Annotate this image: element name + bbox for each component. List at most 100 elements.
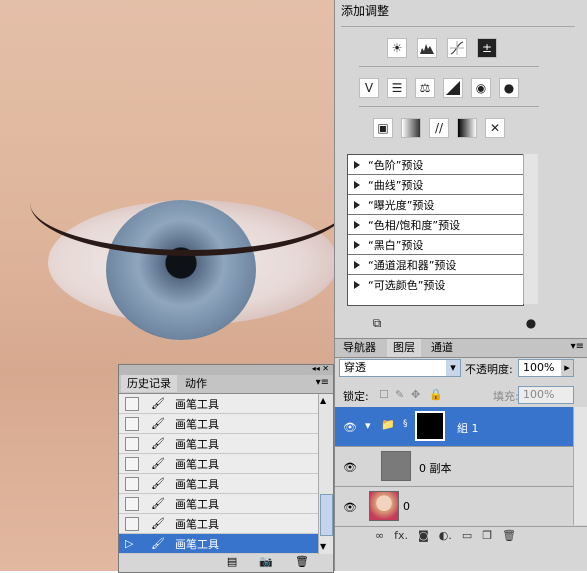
camera-snapshot-icon[interactable]: 📷 xyxy=(259,555,273,572)
preset-item[interactable]: “可选颜色”预设 xyxy=(348,275,523,295)
right-panel: 添加调整 ☀ ± V ☰ ⚖ ◉ ● ▣ // ✕ “色阶”预设 “曲线”预设 … xyxy=(334,0,587,571)
snapshot-checkbox[interactable] xyxy=(125,436,139,451)
brush-icon: 🖌 xyxy=(151,417,165,430)
divider xyxy=(359,106,539,107)
layers-panel-tabs: 导航器 图层 通道 ▾≡ xyxy=(335,338,587,358)
layer-mask-thumbnail[interactable] xyxy=(415,411,445,441)
preset-item[interactable]: “黑白”预设 xyxy=(348,235,523,255)
trash-icon[interactable]: 🗑 xyxy=(502,529,516,542)
blend-mode-select[interactable]: 穿透 ▾ xyxy=(339,359,461,377)
add-mask-icon[interactable]: ◙ xyxy=(418,529,429,542)
tab-channels[interactable]: 通道 xyxy=(425,339,459,357)
lock-pixels-icon[interactable]: ✎ xyxy=(395,388,404,401)
color-balance-icon[interactable]: ⚖ xyxy=(415,78,435,98)
adjustment-presets-list: “色阶”预设 “曲线”预设 “曝光度”预设 “色相/饱和度”预设 “黑白”预设 … xyxy=(347,154,524,306)
trash-icon[interactable]: 🗑 xyxy=(295,555,309,572)
history-row[interactable]: 🖌 画笔工具 xyxy=(119,394,318,414)
lock-all-icon[interactable]: 🔒 xyxy=(429,388,443,401)
selective-color-icon[interactable]: ✕ xyxy=(485,118,505,138)
panel-menu-icon[interactable]: ▾≡ xyxy=(316,377,329,388)
adjustment-layer-icon[interactable]: ◐. xyxy=(439,529,452,542)
history-row[interactable]: 🖌 画笔工具 xyxy=(119,474,318,494)
history-row[interactable]: 🖌 画笔工具 xyxy=(119,434,318,454)
preset-item[interactable]: “曲线”预设 xyxy=(348,175,523,195)
expand-triangle-icon[interactable] xyxy=(354,260,360,269)
opacity-input[interactable]: 100% ▸ xyxy=(518,359,574,377)
preset-item[interactable]: “曝光度”预设 xyxy=(348,195,523,215)
layer-row[interactable]: 👁 0 副本 xyxy=(335,447,587,487)
hue-saturation-icon[interactable]: ☰ xyxy=(387,78,407,98)
snapshot-checkbox[interactable] xyxy=(125,416,139,431)
brush-icon: 🖌 xyxy=(151,537,165,550)
divider xyxy=(359,66,539,67)
folder-icon: 📁 xyxy=(381,418,395,431)
panel-menu-icon[interactable]: ▾≡ xyxy=(571,341,584,352)
black-white-icon[interactable] xyxy=(443,78,463,98)
expand-triangle-icon[interactable] xyxy=(354,200,360,209)
snapshot-checkbox[interactable] xyxy=(125,476,139,491)
levels-icon[interactable] xyxy=(417,38,437,58)
expand-triangle-icon[interactable] xyxy=(354,240,360,249)
vibrance-icon[interactable]: V xyxy=(359,78,379,98)
collapse-triangle-icon[interactable]: ▾ xyxy=(365,419,371,432)
history-row[interactable]: 🖌 画笔工具 xyxy=(119,454,318,474)
new-document-from-state-icon[interactable]: ▤ xyxy=(227,555,237,572)
exposure-icon[interactable]: ± xyxy=(477,38,497,58)
brightness-contrast-icon[interactable]: ☀ xyxy=(387,38,407,58)
layers-bottom-toolbar: ∞ fx. ◙ ◐. ▭ ❐ 🗑 xyxy=(335,526,587,544)
lock-label: 锁定: xyxy=(343,390,369,403)
collapse-icon[interactable]: ◂◂ ✕ xyxy=(312,364,329,373)
gradient-map-icon[interactable] xyxy=(457,118,477,138)
tab-layers[interactable]: 图层 xyxy=(387,339,421,357)
fx-icon[interactable]: fx. xyxy=(394,529,408,542)
fill-input[interactable]: 100% xyxy=(518,386,574,404)
lock-position-icon[interactable]: ✥ xyxy=(411,388,420,401)
channel-mixer-icon[interactable]: ● xyxy=(499,78,519,98)
tab-history[interactable]: 历史记录 xyxy=(121,375,177,392)
visibility-eye-icon[interactable]: 👁 xyxy=(343,461,357,474)
photo-filter-icon[interactable]: ◉ xyxy=(471,78,491,98)
new-layer-icon[interactable]: ❐ xyxy=(482,529,492,542)
tab-actions[interactable]: 动作 xyxy=(179,375,213,392)
layer-row[interactable]: 👁 0 xyxy=(335,487,587,527)
expand-triangle-icon[interactable] xyxy=(354,281,360,289)
layer-name: 0 xyxy=(403,500,410,513)
opacity-label: 不透明度: xyxy=(465,363,513,376)
scroll-thumb[interactable] xyxy=(320,494,333,536)
preset-item[interactable]: “色相/饱和度”预设 xyxy=(348,215,523,235)
panel-title-bar[interactable]: ◂◂ ✕ xyxy=(119,364,333,375)
new-group-icon[interactable]: ▭ xyxy=(462,529,472,542)
preset-item[interactable]: “色阶”预设 xyxy=(348,155,523,175)
visibility-eye-icon[interactable]: 👁 xyxy=(343,501,357,514)
history-row[interactable]: ▷ 🖌 画笔工具 xyxy=(119,534,318,554)
posterize-icon[interactable] xyxy=(401,118,421,138)
snapshot-checkbox[interactable] xyxy=(125,516,139,531)
expand-triangle-icon[interactable] xyxy=(354,220,360,229)
history-row[interactable]: 🖌 画笔工具 xyxy=(119,514,318,534)
visibility-eye-icon[interactable]: 👁 xyxy=(343,421,357,434)
snapshot-checkbox[interactable] xyxy=(125,456,139,471)
threshold-icon[interactable]: // xyxy=(429,118,449,138)
channels-icon[interactable]: ● xyxy=(521,315,541,331)
link-layers-icon[interactable]: ∞ xyxy=(375,529,384,542)
history-row[interactable]: 🖌 画笔工具 xyxy=(119,494,318,514)
scroll-down-icon[interactable]: ▼ xyxy=(320,542,326,551)
expand-triangle-icon[interactable] xyxy=(354,160,360,169)
layers-scrollbar[interactable] xyxy=(573,407,587,525)
preset-item[interactable]: “通道混和器”预设 xyxy=(348,255,523,275)
layer-row[interactable]: 👁 ▾ 📁 § 組 1 xyxy=(335,407,587,447)
curves-icon[interactable] xyxy=(447,38,467,58)
expand-triangle-icon[interactable] xyxy=(354,180,360,189)
snapshot-checkbox[interactable] xyxy=(125,496,139,511)
presets-scrollbar[interactable] xyxy=(523,154,538,304)
history-tabs: 历史记录 动作 ▾≡ xyxy=(119,375,333,394)
scroll-up-icon[interactable]: ▲ xyxy=(320,396,326,405)
history-state-pointer-icon[interactable]: ▷ xyxy=(125,537,139,551)
lock-transparent-icon[interactable]: ☐ xyxy=(379,388,389,401)
history-row[interactable]: 🖌 画笔工具 xyxy=(119,414,318,434)
history-scrollbar[interactable]: ▲ ▼ xyxy=(318,394,333,554)
snapshot-checkbox[interactable] xyxy=(125,396,139,411)
tab-navigator[interactable]: 导航器 xyxy=(337,339,382,357)
clip-to-layer-icon[interactable]: ⧉ xyxy=(369,315,385,331)
invert-icon[interactable]: ▣ xyxy=(373,118,393,138)
